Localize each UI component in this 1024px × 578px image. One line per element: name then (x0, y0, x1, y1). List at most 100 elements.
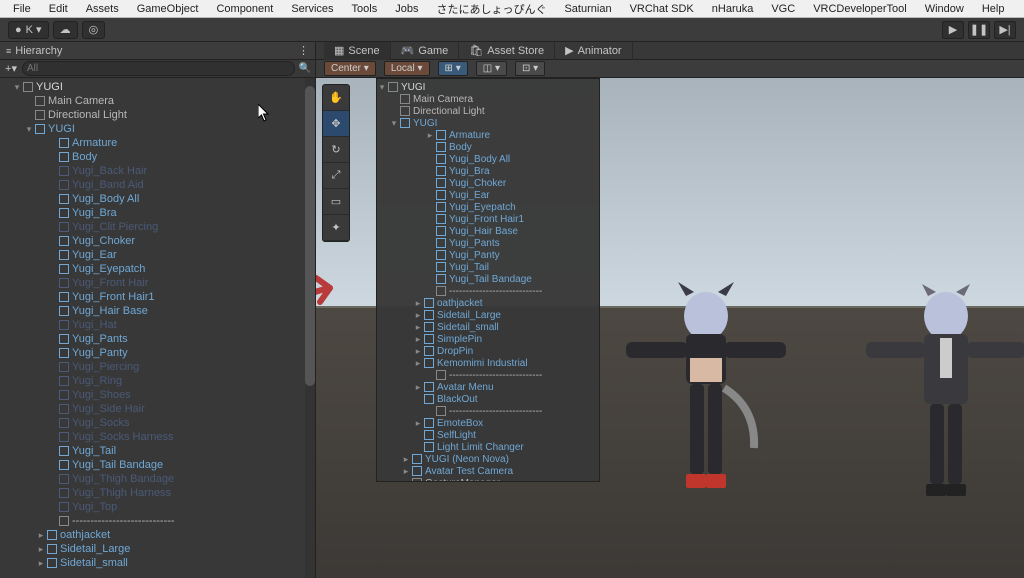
menu-help[interactable]: Help (973, 1, 1014, 17)
tree-item[interactable]: ▸Avatar Menu (377, 381, 599, 393)
tree-item[interactable]: ▸Armature (377, 129, 599, 141)
expand-caret-icon[interactable]: ▸ (413, 322, 423, 333)
tree-item[interactable]: Yugi_Thigh Bandage (0, 472, 315, 486)
tab-game[interactable]: 🎮Game (391, 42, 460, 60)
tree-item[interactable]: Yugi_Shoes (0, 388, 315, 402)
expand-caret-icon[interactable]: ▸ (413, 418, 423, 429)
menu-window[interactable]: Window (916, 1, 973, 17)
tree-item[interactable]: ---------------------------- (0, 514, 315, 528)
tree-item[interactable]: SelfLight (377, 429, 599, 441)
tree-item[interactable]: Yugi_Ear (377, 189, 599, 201)
menu-vgc[interactable]: VGC (762, 1, 804, 17)
tree-item[interactable]: Yugi_Hair Base (377, 225, 599, 237)
hierarchy-popup-overlay[interactable]: ▾YUGIMain CameraDirectional Light▾YUGI▸A… (376, 78, 600, 482)
expand-caret-icon[interactable]: ▾ (12, 82, 22, 93)
settings-button[interactable]: ◎ (82, 21, 106, 39)
hierarchy-tree[interactable]: ▾YUGIMain CameraDirectional Light▾YUGIAr… (0, 78, 315, 578)
tree-item[interactable]: Yugi_Body All (0, 192, 315, 206)
tree-item[interactable]: ▸Sidetail_Large (0, 542, 315, 556)
tree-item[interactable]: ▸oathjacket (377, 297, 599, 309)
tree-item[interactable]: Yugi_Ear (0, 248, 315, 262)
play-button[interactable]: ▶ (942, 21, 964, 39)
expand-caret-icon[interactable]: ▸ (413, 334, 423, 345)
menu-vrchat sdk[interactable]: VRChat SDK (621, 1, 703, 17)
pivot-dropdown[interactable]: Center ▾ (324, 61, 376, 76)
menu-nharuka[interactable]: nHaruka (703, 1, 763, 17)
tab-asset-store[interactable]: 🛍Asset Store (459, 42, 555, 60)
tree-item[interactable]: Yugi_Socks (0, 416, 315, 430)
tree-item[interactable]: Body (0, 150, 315, 164)
expand-caret-icon[interactable]: ▸ (425, 130, 435, 141)
tree-item[interactable]: ▸DropPin (377, 345, 599, 357)
tree-item[interactable]: Yugi_Pants (377, 237, 599, 249)
expand-caret-icon[interactable]: ▸ (36, 530, 46, 541)
expand-caret-icon[interactable]: ▸ (413, 382, 423, 393)
tree-item[interactable]: Yugi_Choker (377, 177, 599, 189)
tree-item[interactable]: ▸oathjacket (0, 528, 315, 542)
context-menu-icon[interactable]: ⋮ (298, 44, 309, 57)
inc-dropdown[interactable]: ⊡ ▾ (515, 61, 545, 76)
tree-item[interactable]: Yugi_Thigh Harness (0, 486, 315, 500)
menu-jobs[interactable]: Jobs (386, 1, 427, 17)
tree-item[interactable]: ▸Avatar Test Camera (377, 465, 599, 477)
tree-item[interactable]: BlackOut (377, 393, 599, 405)
scale-tool[interactable]: ⤢ (323, 163, 349, 189)
tree-item[interactable]: ▸Sidetail_Large (377, 309, 599, 321)
expand-caret-icon[interactable]: ▾ (24, 124, 34, 135)
tree-item[interactable]: ▾YUGI (0, 122, 315, 136)
rect-tool[interactable]: ▭ (323, 189, 349, 215)
search-icon[interactable]: 🔍 (299, 63, 311, 74)
tree-item[interactable]: Yugi_Clit Piercing (0, 220, 315, 234)
tree-item[interactable]: Yugi_Band Aid (0, 178, 315, 192)
tree-item[interactable]: ▸YUGI (Neon Nova) (377, 453, 599, 465)
tree-item[interactable]: Yugi_Socks Harness (0, 430, 315, 444)
expand-caret-icon[interactable]: ▸ (401, 454, 411, 465)
tree-item[interactable]: Yugi_Front Hair1 (377, 213, 599, 225)
tree-item[interactable]: ▸Kemomimi Industrial (377, 357, 599, 369)
menu-gameobject[interactable]: GameObject (128, 1, 208, 17)
tree-item[interactable]: ▸Sidetail_small (377, 321, 599, 333)
tree-item[interactable]: Yugi_Front Hair (0, 276, 315, 290)
snap-dropdown[interactable]: ◫ ▾ (476, 61, 507, 76)
transform-tool[interactable]: ✦ (323, 215, 349, 241)
tree-item[interactable]: ▸SimplePin (377, 333, 599, 345)
expand-caret-icon[interactable]: ▸ (413, 310, 423, 321)
scene-viewport[interactable]: ✋ ✥ ↻ ⤢ ▭ ✦ ▾YUGIMain CameraDirectional … (316, 78, 1024, 578)
tab-animator[interactable]: ▶Animator (555, 42, 633, 60)
move-tool[interactable]: ✥ (323, 111, 349, 137)
expand-caret-icon[interactable]: ▾ (389, 118, 399, 129)
tree-item[interactable]: ---------------------------- (377, 369, 599, 381)
tree-item[interactable]: Yugi_Body All (377, 153, 599, 165)
expand-caret-icon[interactable]: ▸ (36, 558, 46, 569)
menu-services[interactable]: Services (282, 1, 342, 17)
menu-saturnian[interactable]: Saturnian (555, 1, 620, 17)
tree-item[interactable]: Yugi_Hair Base (0, 304, 315, 318)
step-button[interactable]: ▶| (994, 21, 1016, 39)
tree-item[interactable]: Yugi_Tail Bandage (377, 273, 599, 285)
tree-item[interactable]: ▸Sidetail_small (0, 556, 315, 570)
expand-caret-icon[interactable]: ▸ (401, 466, 411, 477)
tree-item[interactable]: Yugi_Tail (377, 261, 599, 273)
expand-caret-icon[interactable]: ▸ (413, 358, 423, 369)
account-dropdown[interactable]: ● K ▾ (8, 21, 49, 39)
tree-item[interactable]: ▾YUGI (377, 117, 599, 129)
tree-item[interactable]: Yugi_Panty (0, 346, 315, 360)
tree-item[interactable]: Yugi_Panty (377, 249, 599, 261)
tree-item[interactable]: GestureManager (377, 477, 599, 482)
tree-item[interactable]: Yugi_Eyepatch (0, 262, 315, 276)
tree-item[interactable]: Main Camera (377, 93, 599, 105)
hand-tool[interactable]: ✋ (323, 85, 349, 111)
menu-component[interactable]: Component (207, 1, 282, 17)
tree-item[interactable]: Yugi_Tail Bandage (0, 458, 315, 472)
scrollbar[interactable] (305, 78, 315, 578)
menu-assets[interactable]: Assets (77, 1, 128, 17)
tree-item[interactable]: Yugi_Tail (0, 444, 315, 458)
tree-item[interactable]: ▾YUGI (377, 81, 599, 93)
expand-caret-icon[interactable]: ▸ (36, 544, 46, 555)
pause-button[interactable]: ❚❚ (968, 21, 990, 39)
tree-item[interactable]: Yugi_Piercing (0, 360, 315, 374)
tree-item[interactable]: Yugi_Back Hair (0, 164, 315, 178)
tree-item[interactable]: Yugi_Side Hair (0, 402, 315, 416)
tree-item[interactable]: Directional Light (377, 105, 599, 117)
tree-item[interactable]: Armature (0, 136, 315, 150)
